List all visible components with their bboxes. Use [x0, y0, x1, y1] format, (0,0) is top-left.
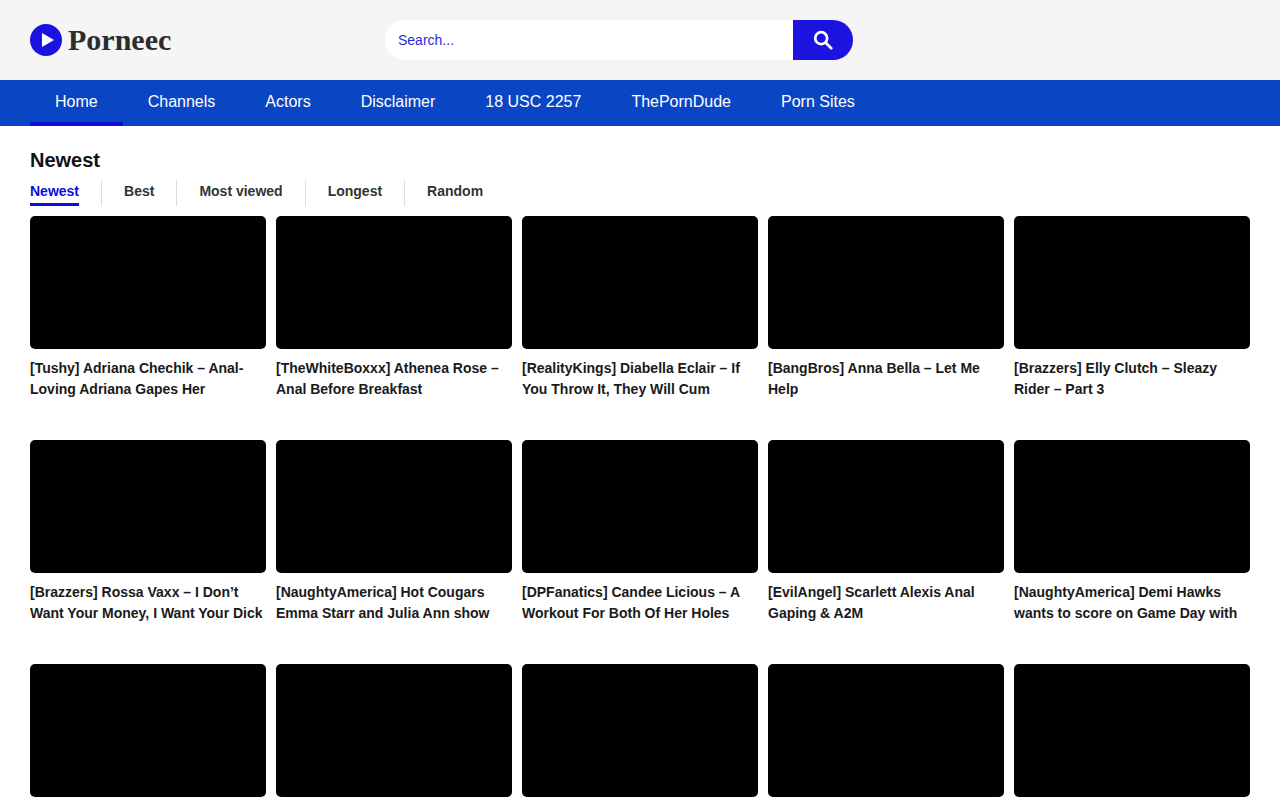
tab-most-viewed[interactable]: Most viewed — [176, 180, 304, 206]
nav-item-porn-sites[interactable]: Porn Sites — [756, 80, 880, 126]
nav-item-18-usc-2257[interactable]: 18 USC 2257 — [460, 80, 606, 126]
tab-label: Newest — [30, 180, 79, 206]
video-card[interactable]: [DPFanatics] Candee Licious – A Workout … — [522, 440, 758, 624]
video-card[interactable]: [Brazzers] Rossa Vaxx – I Don’t Want You… — [30, 440, 266, 624]
video-thumbnail[interactable] — [30, 664, 266, 797]
video-title[interactable]: [RealityKings] Diabella Eclair – If You … — [522, 358, 758, 400]
play-icon — [30, 24, 62, 56]
video-thumbnail[interactable] — [276, 440, 512, 573]
search-form — [385, 20, 853, 60]
video-thumbnail[interactable] — [276, 664, 512, 797]
video-card[interactable]: [RealityKings] Diabella Eclair – If You … — [522, 216, 758, 400]
video-card[interactable]: [EvilAngel] Scarlett Alexis Anal Gaping … — [768, 440, 1004, 624]
video-thumbnail[interactable] — [276, 216, 512, 349]
main-content: Newest Newest Best Most viewed Longest Rando… — [0, 126, 1280, 800]
video-title[interactable]: [Tushy] Adriana Chechik – Anal-Loving Ad… — [30, 358, 266, 400]
video-title[interactable]: [BangBros] Anna Bella – Let Me Help — [768, 358, 1004, 400]
tab-label: Most viewed — [199, 180, 282, 203]
video-thumbnail[interactable] — [1014, 664, 1250, 797]
video-title[interactable]: [DPFanatics] Candee Licious – A Workout … — [522, 582, 758, 624]
video-card[interactable]: [NaughtyAmerica] Demi Hawks wants to sco… — [1014, 440, 1250, 624]
video-thumbnail[interactable] — [768, 664, 1004, 797]
video-title[interactable]: [EvilAngel] Scarlett Alexis Anal Gaping … — [768, 582, 1004, 624]
video-title[interactable]: [Brazzers] Rossa Vaxx – I Don’t Want You… — [30, 582, 266, 624]
video-card[interactable] — [768, 664, 1004, 800]
video-card[interactable] — [522, 664, 758, 800]
video-thumbnail[interactable] — [30, 440, 266, 573]
video-thumbnail[interactable] — [522, 216, 758, 349]
video-thumbnail[interactable] — [522, 664, 758, 797]
video-card[interactable]: [BangBros] Anna Bella – Let Me Help — [768, 216, 1004, 400]
search-input[interactable] — [385, 20, 793, 60]
video-thumbnail[interactable] — [1014, 216, 1250, 349]
video-thumbnail[interactable] — [522, 440, 758, 573]
video-thumbnail[interactable] — [768, 440, 1004, 573]
nav-item-actors[interactable]: Actors — [240, 80, 335, 126]
nav-item-home[interactable]: Home — [30, 80, 123, 126]
video-card[interactable] — [276, 664, 512, 800]
logo[interactable]: Porneec — [30, 23, 171, 57]
video-card[interactable] — [30, 664, 266, 800]
tab-best[interactable]: Best — [101, 180, 176, 206]
nav-item-channels[interactable]: Channels — [123, 80, 241, 126]
video-thumbnail[interactable] — [30, 216, 266, 349]
sort-tabs: Newest Best Most viewed Longest Random — [30, 180, 1250, 206]
video-thumbnail[interactable] — [1014, 440, 1250, 573]
video-thumbnail[interactable] — [768, 216, 1004, 349]
search-icon — [812, 29, 834, 51]
tab-label: Random — [427, 180, 483, 203]
video-card[interactable]: [NaughtyAmerica] Hot Cougars Emma Starr … — [276, 440, 512, 624]
video-title[interactable]: [Brazzers] Elly Clutch – Sleazy Rider – … — [1014, 358, 1250, 400]
nav-item-disclaimer[interactable]: Disclaimer — [336, 80, 461, 126]
header: Porneec — [0, 0, 1280, 80]
main-nav: HomeChannelsActorsDisclaimer18 USC 2257T… — [0, 80, 1280, 126]
video-card[interactable]: [Tushy] Adriana Chechik – Anal-Loving Ad… — [30, 216, 266, 400]
tab-label: Best — [124, 180, 154, 203]
video-card[interactable] — [1014, 664, 1250, 800]
logo-text: Porneec — [68, 23, 171, 57]
nav-item-theporndude[interactable]: ThePornDude — [606, 80, 756, 126]
video-title[interactable]: [NaughtyAmerica] Hot Cougars Emma Starr … — [276, 582, 512, 624]
video-card[interactable]: [Brazzers] Elly Clutch – Sleazy Rider – … — [1014, 216, 1250, 400]
video-title[interactable]: [NaughtyAmerica] Demi Hawks wants to sco… — [1014, 582, 1250, 624]
tab-label: Longest — [328, 180, 382, 203]
search-button[interactable] — [793, 20, 853, 60]
tab-longest[interactable]: Longest — [305, 180, 404, 206]
video-card[interactable]: [TheWhiteBoxxx] Athenea Rose – Anal Befo… — [276, 216, 512, 400]
video-grid: [Tushy] Adriana Chechik – Anal-Loving Ad… — [30, 216, 1250, 800]
video-title[interactable]: [TheWhiteBoxxx] Athenea Rose – Anal Befo… — [276, 358, 512, 400]
tab-random[interactable]: Random — [404, 180, 505, 206]
tab-newest[interactable]: Newest — [30, 180, 101, 206]
page-title: Newest — [30, 126, 1250, 172]
